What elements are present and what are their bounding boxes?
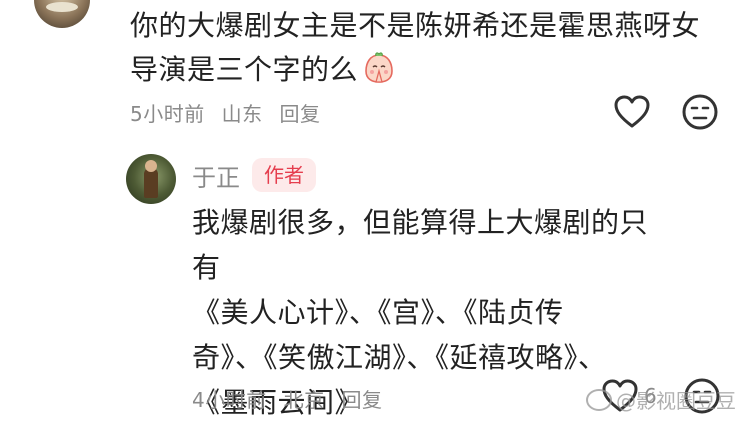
comment-line: 导演是三个字的么	[130, 48, 720, 92]
avatar[interactable]	[34, 0, 90, 28]
reply-button[interactable]: 回复	[279, 102, 320, 126]
comment-meta: 5小时前 山东 回复	[130, 98, 330, 127]
watermark: @影视圈豆豆	[586, 385, 736, 414]
reply-line: 我爆剧很多，但能算得上大爆剧的只有	[192, 206, 649, 284]
comment-text: 你的大爆剧女主是不是陈妍希还是霍思燕呀女 导演是三个字的么	[130, 4, 720, 92]
reply-avatar[interactable]	[126, 154, 176, 204]
comment-time: 5小时前	[130, 102, 205, 126]
avatar-head	[145, 160, 157, 172]
reply-reply-button[interactable]: 回复	[341, 388, 382, 412]
avatar-figure	[144, 168, 158, 198]
reply-line: 《美人心计》、《宫》、《陆贞传	[192, 296, 564, 329]
author-badge: 作者	[252, 158, 316, 192]
comment-line-text: 导演是三个字的么	[130, 53, 359, 86]
reply-location: 北京	[283, 388, 325, 412]
neutral-face-icon[interactable]	[680, 92, 720, 132]
weibo-logo-icon	[586, 388, 612, 411]
avatar-image-detail	[46, 2, 78, 12]
praying-face-emoji-icon	[365, 52, 393, 83]
reply-meta: 4小时前 北京 回复	[192, 384, 392, 413]
heart-outline-icon[interactable]	[612, 92, 652, 132]
comment-line: 你的大爆剧女主是不是陈妍希还是霍思燕呀女	[130, 9, 701, 42]
watermark-text: @影视圈豆豆	[616, 389, 736, 413]
reply-line: 奇》、《笑傲江湖》、《延禧攻略》、	[192, 341, 607, 374]
reply-author-name[interactable]: 于正	[192, 158, 240, 193]
reply-time: 4小时前	[192, 388, 267, 412]
comment-location: 山东	[221, 102, 263, 126]
